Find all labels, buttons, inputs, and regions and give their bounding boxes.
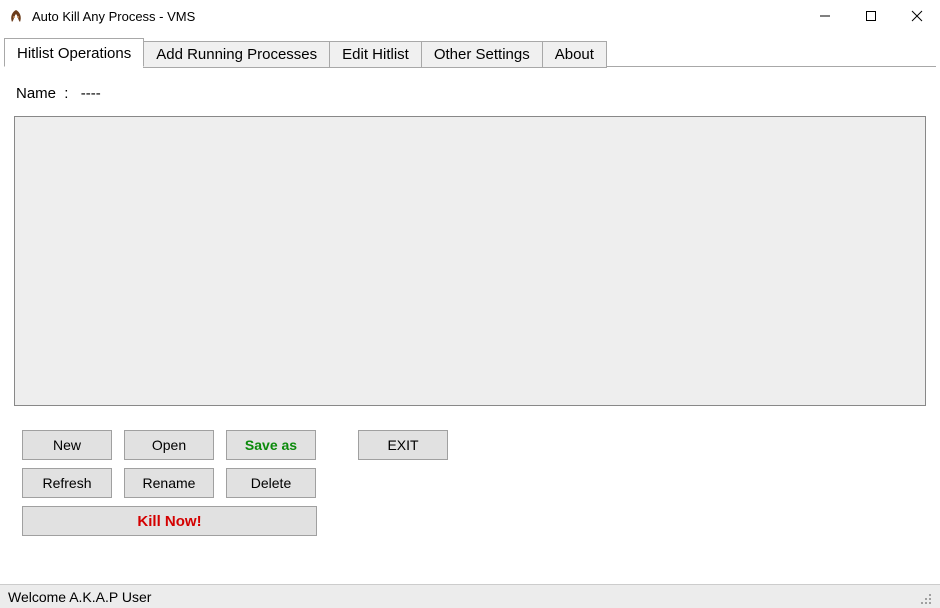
open-button[interactable]: Open (124, 430, 214, 460)
window-title: Auto Kill Any Process - VMS (32, 9, 195, 24)
exit-button[interactable]: EXIT (358, 430, 448, 460)
tab-bar: Hitlist Operations Add Running Processes… (0, 32, 940, 67)
hitlist-name-row: Name : ---- (10, 85, 930, 112)
hitlist-name-separator: : (64, 85, 68, 102)
minimize-button[interactable] (802, 0, 848, 32)
button-row-1: New Open Save as EXIT (22, 430, 930, 460)
app-icon (8, 8, 24, 24)
resize-grip-icon[interactable] (916, 589, 932, 605)
refresh-button[interactable]: Refresh (22, 468, 112, 498)
hitlist-name-value: ---- (81, 85, 101, 102)
page-hitlist-operations: Name : ---- New Open Save as EXIT Refres… (0, 67, 940, 584)
new-button[interactable]: New (22, 430, 112, 460)
tab-add-running-processes[interactable]: Add Running Processes (143, 41, 330, 68)
delete-button[interactable]: Delete (226, 468, 316, 498)
hitlist-list[interactable] (14, 116, 926, 406)
tab-about[interactable]: About (542, 41, 607, 68)
button-row-3: Kill Now! (22, 506, 930, 536)
kill-now-button[interactable]: Kill Now! (22, 506, 317, 536)
maximize-button[interactable] (848, 0, 894, 32)
rename-button[interactable]: Rename (124, 468, 214, 498)
status-bar: Welcome A.K.A.P User (0, 584, 940, 608)
tab-hitlist-operations[interactable]: Hitlist Operations (4, 38, 144, 67)
tab-edit-hitlist[interactable]: Edit Hitlist (329, 41, 422, 68)
status-message: Welcome A.K.A.P User (8, 589, 151, 605)
button-row-2: Refresh Rename Delete (22, 468, 930, 498)
tab-other-settings[interactable]: Other Settings (421, 41, 543, 68)
hitlist-name-label: Name (16, 85, 56, 102)
close-button[interactable] (894, 0, 940, 32)
titlebar: Auto Kill Any Process - VMS (0, 0, 940, 32)
save-as-button[interactable]: Save as (226, 430, 316, 460)
